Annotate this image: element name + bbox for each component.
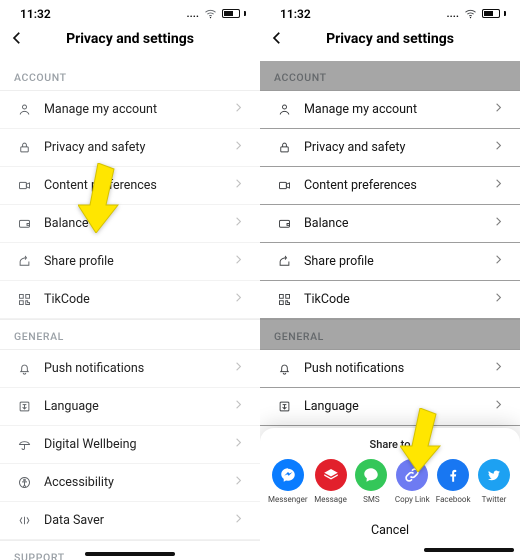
chevron-right-icon [231,511,246,530]
chevron-right-icon [231,138,246,157]
status-time: 11:32 [20,7,51,21]
video-icon [274,178,294,193]
chevron-right-icon [231,214,246,233]
row-accessibility[interactable]: Accessibility [0,464,260,502]
share-copy-link[interactable]: Copy Link [394,459,430,504]
chevron-right-icon [491,176,506,195]
lock-icon [274,140,294,155]
row-tikcode[interactable]: TikCode [0,281,260,319]
home-indicator [85,552,175,556]
row-push-notifications[interactable]: Push notifications [260,350,520,388]
status-bar: 11:32 .... [0,0,260,23]
row-privacy-safety[interactable]: Privacy and safety [0,129,260,167]
back-button[interactable] [8,29,26,51]
share-title: Share to [266,438,514,451]
row-digital-wellbeing[interactable]: Digital Wellbeing [0,426,260,464]
status-bar: 11:32 .... [260,0,520,23]
chevron-right-icon [231,435,246,454]
bell-icon [14,361,34,376]
chevron-right-icon [491,138,506,157]
chevron-right-icon [231,252,246,271]
sms-icon [355,459,387,491]
row-content-preferences[interactable]: Content preferences [0,167,260,205]
row-data-saver[interactable]: Data Saver [0,502,260,540]
row-manage-account[interactable]: Manage my account [260,91,520,129]
qr-icon [14,292,34,307]
home-indicator [424,548,514,552]
share-messenger[interactable]: Messenger [268,459,308,504]
share-icon [14,254,34,269]
share-icon [274,254,294,269]
chevron-right-icon [231,359,246,378]
section-general-label: GENERAL [260,319,520,350]
row-share-profile[interactable]: Share profile [0,243,260,281]
row-balance[interactable]: Balance [260,205,520,243]
battery-icon [222,9,240,18]
person-icon [14,102,34,117]
video-icon [14,178,34,193]
status-dots: .... [446,7,459,20]
facebook-icon [437,459,469,491]
nav-bar: Privacy and settings [0,23,260,61]
row-share-profile[interactable]: Share profile [260,243,520,281]
row-balance[interactable]: Balance [0,205,260,243]
share-sheet: Share to Messenger Message SMS Copy Link [260,428,520,560]
lock-icon [14,140,34,155]
row-manage-account[interactable]: Manage my account [0,91,260,129]
section-account-label: ACCOUNT [0,61,260,91]
page-title: Privacy and settings [326,31,454,47]
row-privacy-safety[interactable]: Privacy and safety [260,129,520,167]
accessibility-icon [14,475,34,490]
share-cancel-button[interactable]: Cancel [266,514,514,544]
message-icon [315,459,347,491]
twitter-icon [478,459,510,491]
nav-bar: Privacy and settings [260,23,520,61]
language-icon [274,399,294,414]
row-content-preferences[interactable]: Content preferences [260,167,520,205]
umbrella-icon [14,437,34,452]
link-icon [396,459,428,491]
chevron-right-icon [491,100,506,119]
status-dots: .... [186,7,199,20]
share-sms[interactable]: SMS [353,459,389,504]
bell-icon [274,361,294,376]
wifi-icon [463,6,478,21]
wallet-icon [14,216,34,231]
person-icon [274,102,294,117]
row-push-notifications[interactable]: Push notifications [0,350,260,388]
back-button[interactable] [268,29,286,51]
qr-icon [274,292,294,307]
share-message[interactable]: Message [313,459,349,504]
chevron-right-icon [231,290,246,309]
status-time: 11:32 [280,7,311,21]
wifi-icon [203,6,218,21]
chevron-right-icon [491,359,506,378]
page-title: Privacy and settings [66,31,194,47]
row-tikcode[interactable]: TikCode [260,281,520,319]
row-language[interactable]: Language [260,388,520,426]
share-twitter[interactable]: Twitter [476,459,512,504]
wallet-icon [274,216,294,231]
section-account-label: ACCOUNT [260,61,520,91]
chevron-right-icon [231,397,246,416]
language-icon [14,399,34,414]
section-support-label: SUPPORT [0,540,260,560]
row-language[interactable]: Language [0,388,260,426]
section-general-label: GENERAL [0,319,260,350]
battery-icon [482,9,500,18]
chevron-right-icon [231,176,246,195]
chevron-right-icon [491,290,506,309]
chevron-right-icon [231,473,246,492]
chevron-right-icon [231,100,246,119]
chevron-right-icon [491,252,506,271]
data-icon [14,513,34,528]
share-facebook[interactable]: Facebook [435,459,471,504]
messenger-icon [272,459,304,491]
chevron-right-icon [491,397,506,416]
chevron-right-icon [491,214,506,233]
